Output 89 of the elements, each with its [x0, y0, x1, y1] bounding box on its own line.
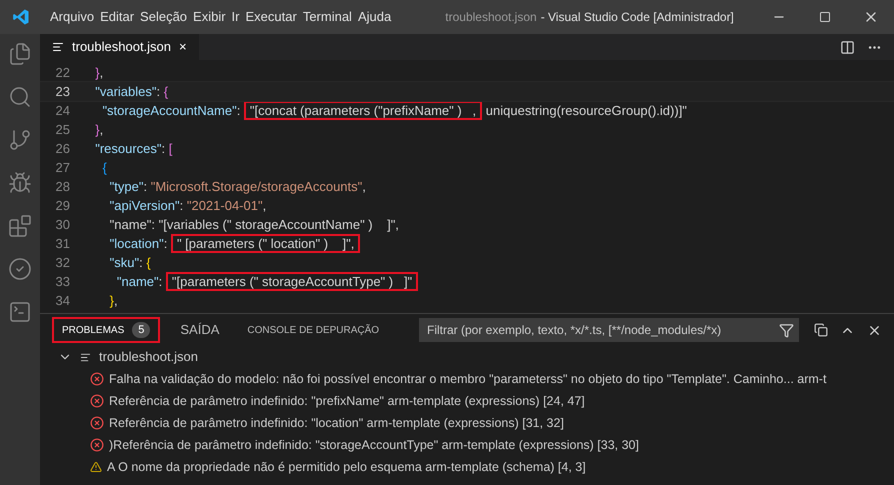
line-number: 34 — [54, 292, 71, 310]
code-token: : — [139, 254, 144, 272]
code-token: : — [164, 235, 168, 253]
code-token: "[parameters (" storageAccountType" ) ]" — [166, 272, 418, 291]
panel-tab[interactable]: CONSOLE DE DEPURAÇÃO — [239, 317, 388, 343]
menu-item[interactable]: Seleção — [140, 7, 188, 27]
code-token: "[concat (parameters ("prefixName" ) , — [244, 101, 482, 120]
window-title: troubleshoot.json — [445, 9, 537, 26]
code-token: { — [164, 83, 168, 101]
problem-message[interactable]: Referência de parâmetro indefinido: "prefixName" arm-template (expressions) [24, 47] — [109, 392, 585, 410]
menu-item[interactable]: Exibir — [193, 7, 226, 27]
blocks-icon[interactable] — [8, 214, 32, 238]
warning-icon — [90, 461, 102, 473]
code-token: "location" — [108, 235, 164, 253]
error-icon — [90, 372, 104, 386]
file-icon — [80, 352, 91, 362]
split-editor-icon[interactable] — [840, 40, 855, 54]
menu-item[interactable]: Terminal — [302, 7, 352, 27]
maximize-icon — [819, 11, 831, 23]
code-token: , — [114, 292, 118, 310]
line-number: 23 — [54, 83, 71, 101]
code-token: "apiVersion" — [108, 197, 180, 215]
panel-tab[interactable]: PROBLEMAS 5 — [52, 317, 160, 343]
tab-close-icon[interactable]: × — [179, 37, 187, 57]
code-token: "storageAccountName" — [101, 102, 237, 120]
code-token: } — [108, 292, 114, 310]
code-token: , — [100, 121, 104, 139]
code-token: , — [362, 178, 366, 196]
code-token: "variables" — [94, 83, 156, 101]
branch-icon[interactable] — [8, 128, 32, 152]
files-icon[interactable] — [8, 42, 32, 66]
line-number: 24 — [54, 102, 71, 120]
code-token: } — [94, 121, 100, 139]
code-token: "name" — [116, 273, 159, 291]
problem-message[interactable]: Falha na validação do modelo: não foi possível encontrar o membro "parameterss" no objeto do tipo "Template". Caminho... arm-t — [109, 370, 826, 388]
line-number: 32 — [54, 254, 71, 272]
line-number: 25 — [54, 121, 71, 139]
problem-message[interactable]: A O nome da propriedade não é permitido pelo esquema arm-template (schema) [4, 3] — [107, 458, 586, 476]
code-token: : — [156, 83, 162, 101]
terminal-icon[interactable] — [8, 300, 32, 324]
code-token: { — [101, 159, 107, 177]
code-token: [ — [168, 140, 172, 158]
code-token: "name": "[variables (" storageAccountName" ) ]", — [108, 216, 399, 234]
menu-item[interactable]: Executar — [246, 7, 297, 27]
code-token: "sku" — [108, 254, 140, 272]
panel-tab[interactable]: SAÍDA — [172, 317, 228, 343]
code-token: : — [180, 197, 184, 215]
code-token: " [parameters (" location" ) ]", — [170, 234, 360, 253]
code-token: "resources" — [94, 140, 162, 158]
code-token: , — [262, 197, 266, 215]
code-token: uniquestring(resourceGroup().id))]" — [484, 102, 687, 120]
code-token: } — [94, 64, 100, 82]
menu-item[interactable]: Editar — [100, 7, 134, 27]
collapse-all-icon[interactable] — [814, 323, 828, 337]
code-token: : — [143, 178, 148, 196]
check-circle-icon[interactable] — [8, 257, 32, 281]
line-number: 30 — [54, 216, 71, 234]
logo-icon — [12, 8, 30, 26]
code-token: : — [158, 273, 164, 291]
error-icon — [90, 438, 104, 452]
filter-field[interactable]: Filtrar (por exemplo, texto, *x/*.ts, [**/node_modules/*x) — [419, 318, 799, 342]
code-token: , — [100, 64, 104, 82]
error-icon — [90, 394, 104, 408]
problem-message[interactable]: )Referência de parâmetro indefinido: "storageAccountType" arm-template (expressions) [33, 30] — [109, 436, 639, 454]
file-icon — [52, 41, 64, 53]
bug-icon[interactable] — [8, 171, 32, 195]
line-number: 31 — [54, 235, 71, 253]
code-token: "type" — [108, 178, 144, 196]
line-number: 22 — [54, 64, 71, 82]
count-badge: 5 — [132, 322, 150, 338]
editor-tab[interactable]: troubleshoot.json × — [40, 34, 199, 60]
app-title: - Visual Studio Code [Administrador] — [540, 9, 734, 26]
line-number: 33 — [54, 273, 71, 291]
line-number: 26 — [54, 140, 71, 158]
code-token: : — [236, 102, 242, 120]
code-token: "Microsoft.Storage/storageAccounts" — [150, 178, 362, 196]
problem-file[interactable]: troubleshoot.json — [99, 347, 198, 367]
line-number: 27 — [54, 159, 71, 177]
problem-message[interactable]: Referência de parâmetro indefinido: "location" arm-template (expressions) [31, 32] — [109, 414, 564, 432]
line-number: 28 — [54, 178, 71, 196]
menu-item[interactable]: Arquivo — [50, 7, 94, 27]
line-number: 29 — [54, 197, 71, 215]
code-token: "2021-04-01" — [186, 197, 263, 215]
search-icon[interactable] — [8, 85, 32, 109]
code-token: { — [146, 254, 151, 272]
code-token: : — [162, 140, 166, 158]
error-icon — [90, 416, 104, 430]
menu-item[interactable]: Ir — [232, 7, 240, 27]
menu-item[interactable]: Ajuda — [358, 7, 392, 27]
